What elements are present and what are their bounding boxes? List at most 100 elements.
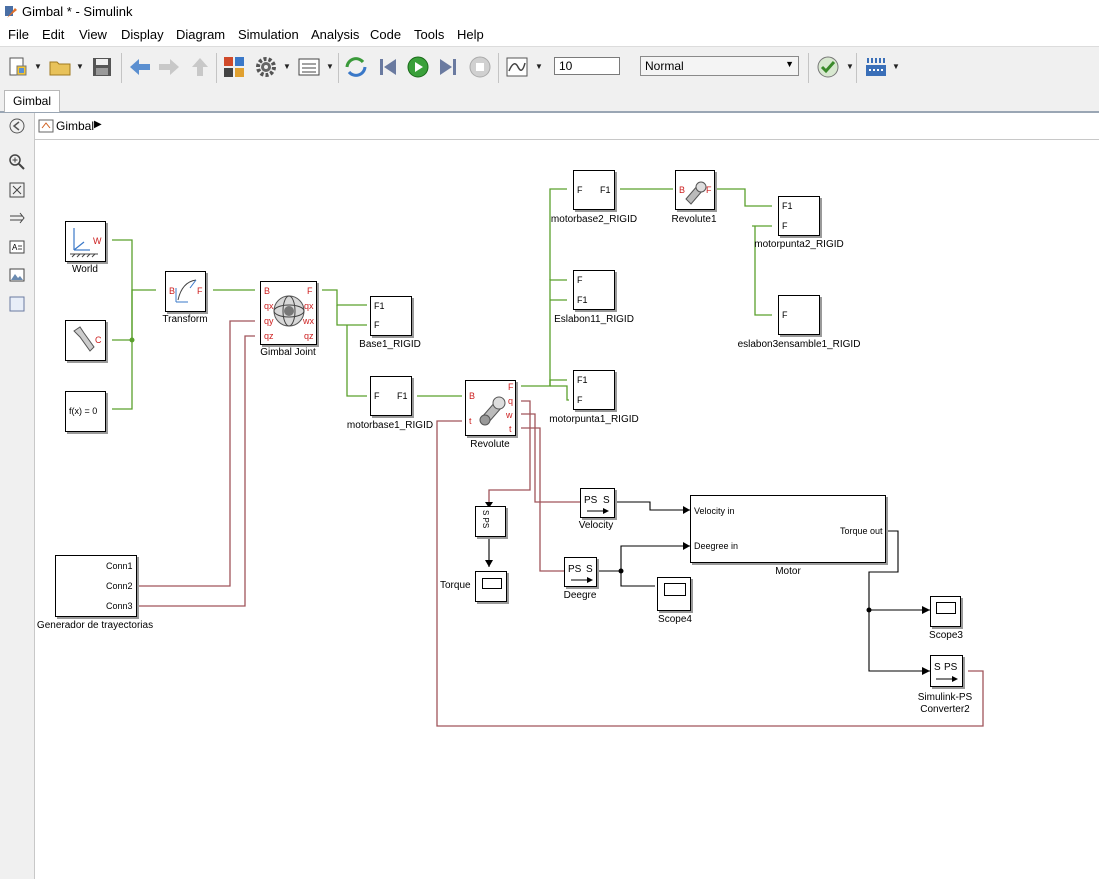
open-dropdown-icon[interactable]: ▼: [76, 62, 84, 71]
step-forward-icon[interactable]: [436, 55, 460, 79]
update-diagram-icon[interactable]: [344, 55, 368, 79]
wire-rev-mb2: [549, 188, 567, 280]
revolute-block[interactable]: B t F q w t: [465, 380, 516, 436]
model-explorer-icon[interactable]: [297, 55, 321, 79]
gear-dropdown-icon[interactable]: ▼: [283, 62, 291, 71]
velocity-converter-block[interactable]: PS S: [580, 488, 615, 518]
simulation-mode-select[interactable]: Normal ▼: [640, 56, 799, 76]
gimbal-port-qz-in: qz: [264, 331, 274, 341]
fit-to-view-icon[interactable]: [8, 181, 26, 199]
menu-analysis[interactable]: Analysis: [311, 27, 359, 42]
menu-file[interactable]: File: [8, 27, 29, 42]
wire-conn2: [138, 320, 255, 587]
generador-trayectorias-block[interactable]: Conn1 Conn2 Conn3: [55, 555, 137, 617]
wire-to-conv2: [868, 610, 930, 672]
back-arrow-icon[interactable]: [128, 55, 152, 79]
gimbal-joint-block[interactable]: B qx qy qz F qx wx qz: [260, 281, 317, 345]
base1-port-f: F: [374, 320, 380, 330]
save-icon[interactable]: [90, 55, 114, 79]
wire-t-deegre: [521, 427, 564, 572]
open-folder-icon[interactable]: [48, 55, 72, 79]
data-inspector-icon[interactable]: [505, 55, 529, 79]
junction-dot: [866, 607, 872, 613]
arrow-head: [922, 606, 930, 614]
area-icon[interactable]: [8, 295, 26, 313]
gimbal-port-qx-out: qx: [304, 301, 314, 311]
advisor-dropdown-icon[interactable]: ▼: [846, 62, 854, 71]
revolute1-block[interactable]: B F: [675, 170, 715, 210]
eslabon3-rigid-block[interactable]: F: [778, 295, 820, 335]
hide-browser-icon[interactable]: [8, 117, 26, 135]
build-dropdown-icon[interactable]: ▼: [892, 62, 900, 71]
library-browser-icon[interactable]: [222, 55, 246, 79]
torque-scope-block[interactable]: [475, 571, 507, 602]
transform-block[interactable]: B F: [165, 271, 206, 312]
gear-icon[interactable]: [254, 55, 278, 79]
motorbase2-port-f: F: [577, 185, 583, 195]
build-icon[interactable]: [864, 55, 888, 79]
motorpunta2-rigid-block[interactable]: F1 F: [778, 196, 820, 236]
toolbar-separator: [856, 53, 857, 83]
menu-diagram[interactable]: Diagram: [176, 27, 225, 42]
arrow-right-icon[interactable]: [8, 210, 26, 228]
stop-time-input[interactable]: 10: [554, 57, 620, 75]
base1-rigid-block[interactable]: F1 F: [370, 296, 412, 336]
revolute1-port-f: F: [706, 185, 712, 195]
inspector-dropdown-icon[interactable]: ▼: [535, 62, 543, 71]
deegre-conv-s: S: [586, 564, 593, 575]
zoom-in-icon[interactable]: [8, 153, 26, 171]
title-bar: Gimbal * - Simulink: [0, 0, 1099, 24]
transform-port-f: F: [197, 286, 203, 296]
fx-block[interactable]: f(x) = 0: [65, 391, 106, 432]
velocity-conv-s: S: [603, 495, 610, 506]
menu-edit[interactable]: Edit: [42, 27, 64, 42]
deegre-converter-block[interactable]: PS S: [564, 557, 597, 587]
model-advisor-icon[interactable]: [816, 55, 840, 79]
model-canvas[interactable]: W World C f(x) = 0 B F Transform B qx qy…: [35, 140, 1099, 879]
arrow-head: [485, 560, 493, 567]
arrow-head: [683, 506, 690, 514]
image-icon[interactable]: [8, 266, 26, 284]
run-icon[interactable]: [406, 55, 430, 79]
breadcrumb-arrow-icon[interactable]: ▶: [94, 119, 102, 130]
menu-view[interactable]: View: [79, 27, 107, 42]
velocity-conv-ps: PS: [584, 495, 598, 506]
scope3-block[interactable]: [930, 596, 961, 627]
tab-gimbal[interactable]: Gimbal: [4, 90, 60, 112]
torque-ps-converter-block[interactable]: S PS: [475, 506, 506, 537]
menu-simulation[interactable]: Simulation: [238, 27, 299, 42]
eslabon11-port-f1: F1: [577, 295, 588, 305]
scope4-block[interactable]: [657, 577, 691, 611]
menu-code[interactable]: Code: [370, 27, 401, 42]
motorbase2-label: motorbase2_RIGID: [550, 214, 638, 225]
stop-icon: [469, 56, 491, 78]
world-block[interactable]: W: [65, 221, 106, 262]
world-port-label: W: [93, 236, 102, 246]
revolute-port-f: F: [508, 382, 514, 392]
solver-block[interactable]: C: [65, 320, 106, 361]
breadcrumb-model[interactable]: Gimbal: [56, 119, 94, 133]
fx-text: f(x) = 0: [69, 406, 98, 416]
menu-display[interactable]: Display: [121, 27, 164, 42]
annotation-icon[interactable]: A: [8, 238, 26, 256]
new-model-icon[interactable]: [6, 55, 30, 79]
revolute-port-w: w: [506, 410, 513, 420]
motorbase1-port-f1: F1: [397, 391, 408, 401]
eslabon11-rigid-block[interactable]: F F1: [573, 270, 615, 310]
menu-help[interactable]: Help: [457, 27, 484, 42]
scope-screen: [936, 602, 956, 614]
velocity-label: Velocity: [578, 520, 614, 531]
menu-bar: File Edit View Display Diagram Simulatio…: [0, 24, 1099, 46]
explorer-dropdown-icon[interactable]: ▼: [326, 62, 334, 71]
world-label: World: [72, 264, 98, 275]
step-back-icon[interactable]: [376, 55, 400, 79]
wire-velocity-motor: [617, 501, 690, 511]
wire-gimbal-motorbase1: [336, 305, 367, 326]
menu-tools[interactable]: Tools: [414, 27, 444, 42]
motor-subsystem-block[interactable]: Velocity in Deegree in Torque out: [690, 495, 886, 563]
simulink-ps-converter2-block[interactable]: S PS: [930, 655, 963, 687]
motorbase2-rigid-block[interactable]: F F1: [573, 170, 615, 210]
new-dropdown-icon[interactable]: ▼: [34, 62, 42, 71]
motorpunta1-rigid-block[interactable]: F1 F: [573, 370, 615, 410]
motorbase1-rigid-block[interactable]: F F1: [370, 376, 412, 416]
